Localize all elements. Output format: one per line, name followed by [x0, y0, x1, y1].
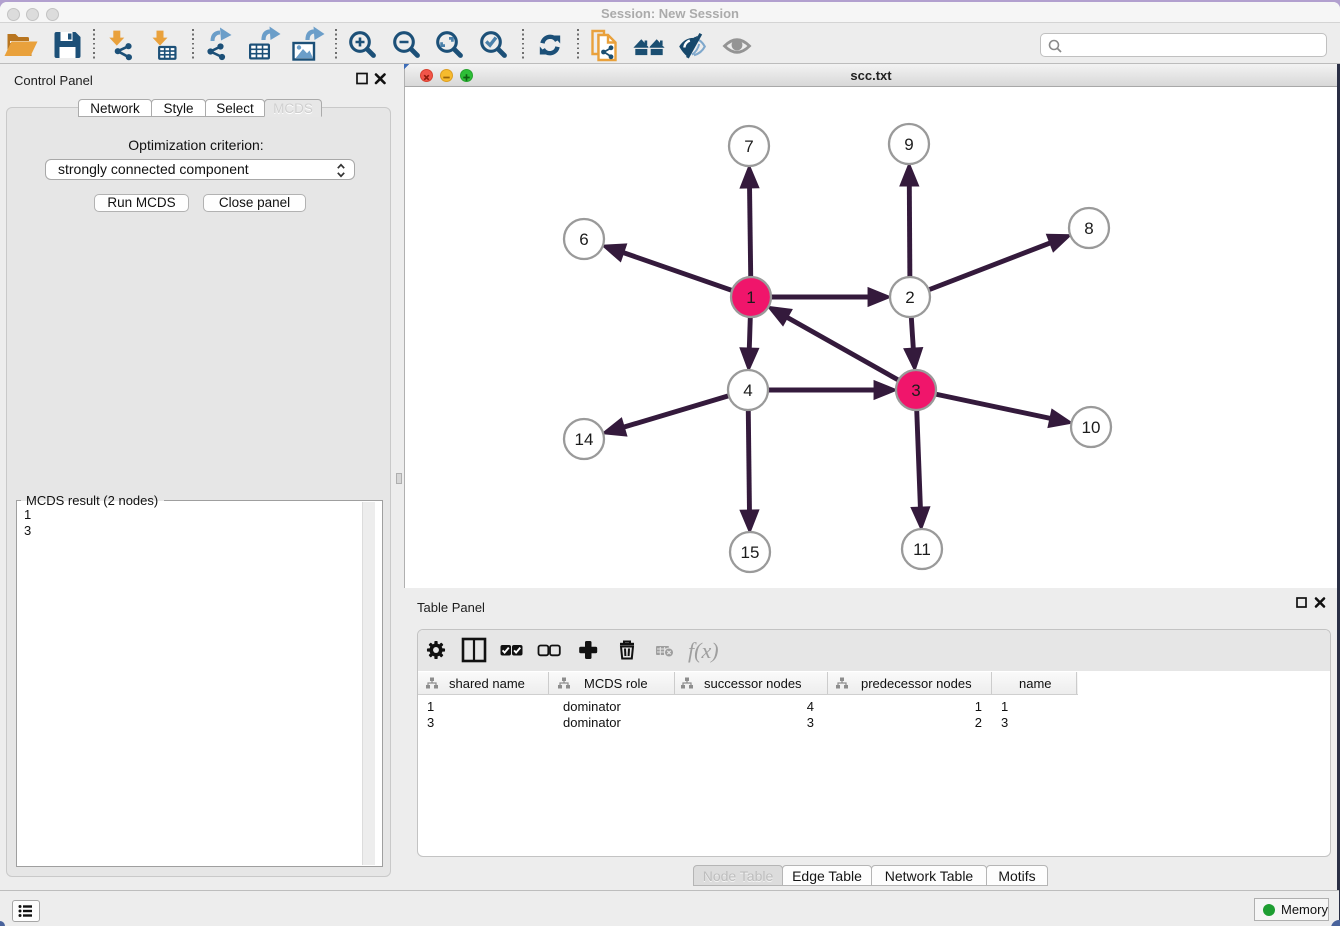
svg-text:8: 8 [1084, 219, 1093, 238]
svg-text:7: 7 [744, 137, 753, 156]
svg-text:2: 2 [905, 288, 914, 307]
svg-text:f(x): f(x) [688, 638, 719, 663]
svg-text:3: 3 [911, 381, 920, 400]
svg-text:10: 10 [1082, 418, 1101, 437]
svg-text:6: 6 [579, 230, 588, 249]
svg-text:11: 11 [913, 540, 931, 559]
svg-text:9: 9 [904, 135, 913, 154]
svg-text:15: 15 [741, 543, 760, 562]
svg-text:14: 14 [575, 430, 594, 449]
svg-text:4: 4 [743, 381, 752, 400]
svg-text:1: 1 [746, 288, 755, 307]
